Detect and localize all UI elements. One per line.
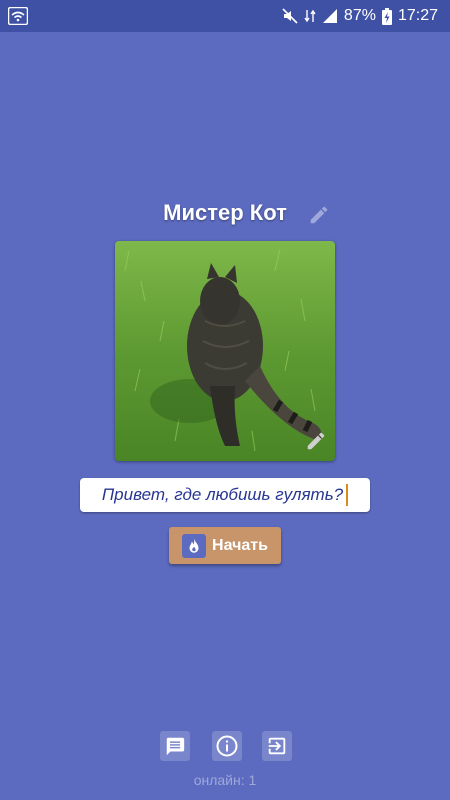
clock: 17:27 [397,7,438,24]
profile-photo[interactable] [115,241,335,461]
exit-icon [268,737,286,755]
mute-icon [282,8,298,24]
online-count: онлайн: 1 [193,772,257,788]
cat-photo-image [115,241,335,461]
info-button[interactable] [212,731,242,761]
info-icon [216,735,238,757]
app-notification-icon [8,7,28,25]
profile-name: Мистер Кот [163,200,287,225]
message-input[interactable]: Привет, где любишь гулять? [80,478,370,512]
text-caret [346,484,349,506]
fire-icon [182,533,207,558]
chat-icon [166,737,185,756]
edit-name-icon[interactable] [308,204,330,226]
battery-percent: 87% [343,7,376,24]
battery-charging-icon [381,7,392,25]
status-bar: 87% 17:27 [0,0,450,32]
logout-button[interactable] [262,731,292,761]
chat-button[interactable] [160,731,190,761]
message-input-text: Привет, где любишь гулять? [101,485,344,504]
start-button-label: Начать [212,536,268,554]
profile-header: Мистер Кот [0,200,450,226]
signal-icon [322,9,337,23]
start-button[interactable]: Начать [169,527,281,564]
data-transfer-icon [304,9,316,23]
edit-photo-icon[interactable] [305,430,327,452]
